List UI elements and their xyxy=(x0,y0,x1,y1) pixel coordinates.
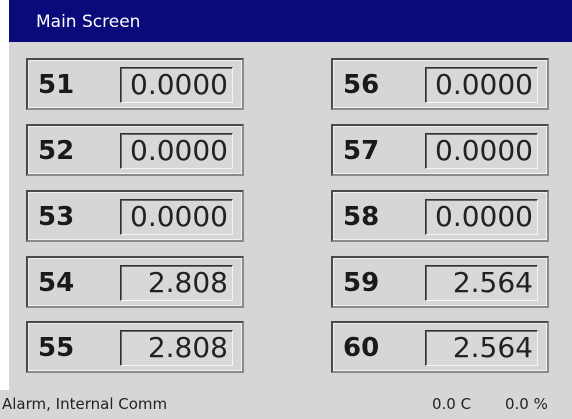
channel-value-display: 2.564 xyxy=(425,330,538,366)
channel-label: 57 xyxy=(343,136,380,166)
channel-panel-54[interactable]: 54 2.808 xyxy=(26,256,244,308)
temperature-readout: 0.0 C xyxy=(432,395,472,413)
channel-panel-58[interactable]: 58 0.0000 xyxy=(331,190,549,242)
channel-panel-60[interactable]: 60 2.564 xyxy=(331,321,549,373)
channel-label: 55 xyxy=(38,333,75,363)
channel-value-display: 2.564 xyxy=(425,265,538,301)
screen-title: Main Screen xyxy=(36,12,141,32)
channel-value-display: 0.0000 xyxy=(425,67,538,103)
channel-panel-51[interactable]: 51 0.0000 xyxy=(26,58,244,110)
channel-label: 56 xyxy=(343,70,380,100)
percent-readout: 0.0 % xyxy=(505,395,548,413)
channel-value-display: 2.808 xyxy=(120,265,233,301)
channel-label: 54 xyxy=(38,268,75,298)
channel-value-display: 0.0000 xyxy=(425,133,538,169)
channel-label: 58 xyxy=(343,202,380,232)
channel-label: 53 xyxy=(38,202,75,232)
channel-panel-57[interactable]: 57 0.0000 xyxy=(331,124,549,176)
channel-label: 59 xyxy=(343,268,380,298)
channel-value-display: 0.0000 xyxy=(425,199,538,235)
channel-value-display: 2.808 xyxy=(120,330,233,366)
channel-value-display: 0.0000 xyxy=(120,67,233,103)
alarm-status-text: Alarm, Internal Comm xyxy=(2,395,168,413)
channel-value-display: 0.0000 xyxy=(120,199,233,235)
channel-label: 52 xyxy=(38,136,75,166)
main-screen: Main Screen 51 0.0000 52 0.0000 53 0.000… xyxy=(9,0,572,419)
channel-label: 51 xyxy=(38,70,75,100)
status-bar: Alarm, Internal Comm 0.0 C 0.0 % xyxy=(0,390,572,419)
channel-panel-52[interactable]: 52 0.0000 xyxy=(26,124,244,176)
channel-panel-53[interactable]: 53 0.0000 xyxy=(26,190,244,242)
channel-panel-55[interactable]: 55 2.808 xyxy=(26,321,244,373)
title-bar: Main Screen xyxy=(9,0,572,42)
channel-label: 60 xyxy=(343,333,380,363)
channel-value-display: 0.0000 xyxy=(120,133,233,169)
channel-panel-56[interactable]: 56 0.0000 xyxy=(331,58,549,110)
channel-panel-59[interactable]: 59 2.564 xyxy=(331,256,549,308)
